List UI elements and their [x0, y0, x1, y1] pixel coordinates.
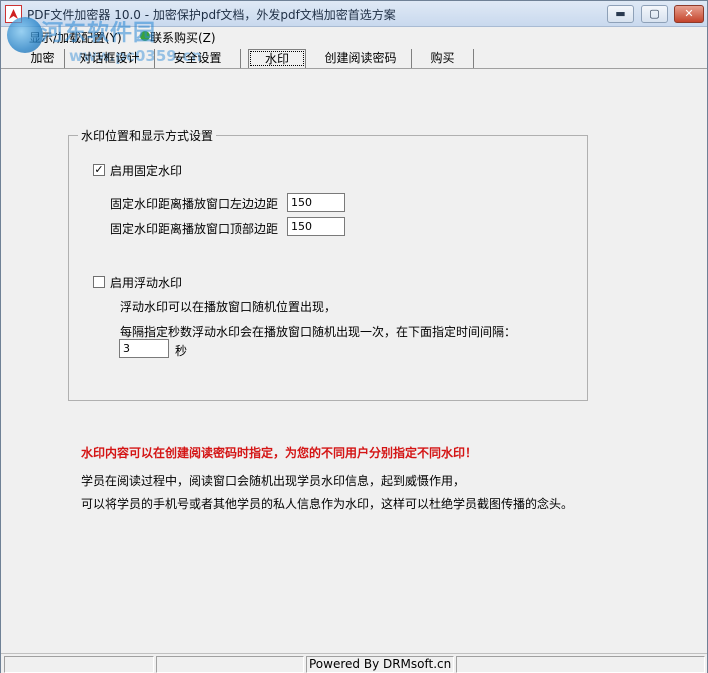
status-cell-4 — [456, 656, 705, 673]
group-legend: 水印位置和显示方式设置 — [78, 127, 217, 144]
tab-security[interactable]: 安全设置 — [155, 49, 241, 68]
status-cell-2 — [156, 656, 304, 673]
menu-contact-buy[interactable]: 联系购买(Z) — [150, 29, 216, 46]
app-window: PDF文件加密器 10.0 - 加密保护pdf文档，外发pdf文档加密首选方案 … — [0, 0, 708, 673]
tab-watermark[interactable]: 水印 — [248, 49, 306, 68]
floating-interval-input[interactable]: 3 — [119, 339, 169, 358]
floating-watermark-label: 启用浮动水印 — [110, 276, 183, 290]
tab-dialog-design[interactable]: 对话框设计 — [65, 49, 155, 68]
fixed-watermark-label: 启用固定水印 — [110, 164, 183, 178]
fixed-top-margin-label: 固定水印距离播放窗口顶部边距 — [110, 222, 279, 236]
tab-create-password[interactable]: 创建阅读密码 — [310, 49, 412, 68]
fixed-top-margin-input[interactable]: 150 — [287, 217, 345, 236]
info-line-1: 学员在阅读过程中，阅读窗口会随机出现学员水印信息，起到威慑作用， — [81, 474, 466, 488]
site-watermark-name: 河东软件园 — [41, 21, 157, 46]
status-cell-1 — [4, 656, 154, 673]
tab-buy[interactable]: 购买 — [412, 49, 474, 68]
floating-watermark-checkbox[interactable] — [93, 276, 105, 288]
fixed-left-margin-label: 固定水印距离播放窗口左边边距 — [110, 197, 279, 211]
status-bar: Powered By DRMsoft.cn — [1, 653, 707, 673]
fixed-watermark-checkbox[interactable]: ✓ — [93, 164, 105, 176]
maximize-button[interactable]: ▢ — [641, 5, 668, 23]
close-button[interactable]: ✕ — [674, 5, 704, 23]
interval-unit-label: 秒 — [175, 344, 188, 358]
watermark-tip: 水印内容可以在创建阅读密码时指定，为您的不同用户分别指定不同水印！ — [81, 446, 478, 460]
tab-encrypt[interactable]: 加密 — [21, 49, 65, 68]
tab-bar: 加密 对话框设计 安全设置 水印 创建阅读密码 购买 — [1, 47, 707, 69]
info-line-2: 可以将学员的手机号或者其他学员的私人信息作为水印，这样可以杜绝学员截图传播的念头… — [81, 497, 574, 511]
status-powered-by: Powered By DRMsoft.cn — [306, 656, 454, 673]
fixed-left-margin-input[interactable]: 150 — [287, 193, 345, 212]
minimize-button[interactable]: ▬ — [607, 5, 634, 23]
floating-desc-2: 每隔指定秒数浮动水印会在播放窗口随机出现一次，在下面指定时间间隔： — [120, 325, 517, 339]
floating-desc-1: 浮动水印可以在播放窗口随机位置出现， — [120, 300, 337, 314]
